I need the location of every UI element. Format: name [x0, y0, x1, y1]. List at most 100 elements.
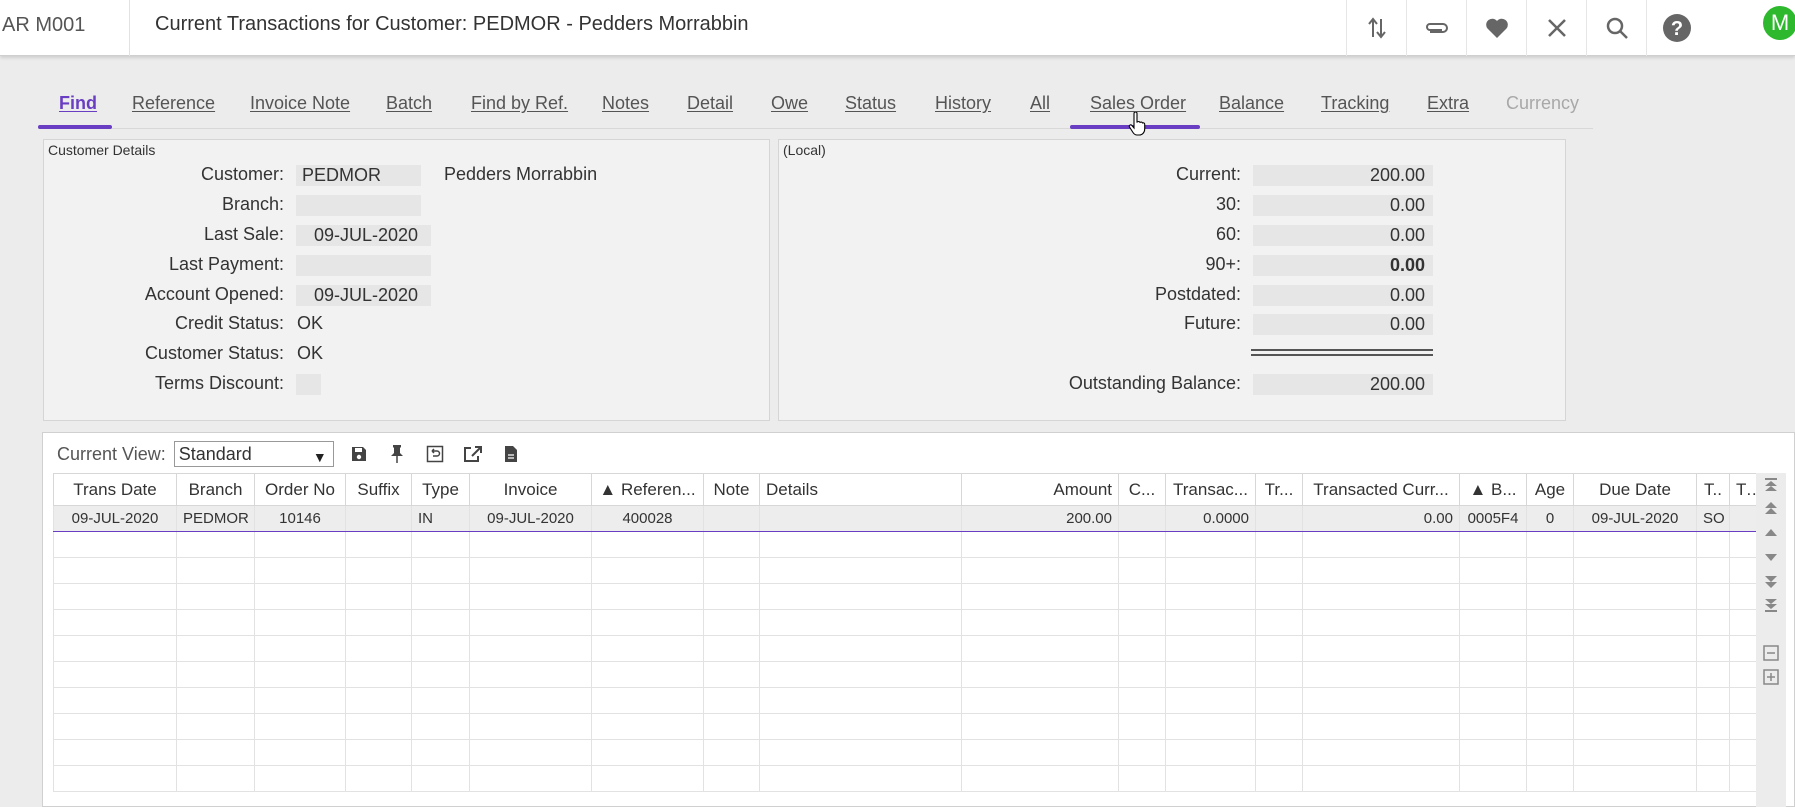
- restore-icon[interactable]: [422, 441, 448, 467]
- last-payment-label: Last Payment:: [168, 254, 284, 274]
- cell-t: SO: [1696, 505, 1730, 532]
- tab-extra[interactable]: Extra: [1427, 84, 1469, 129]
- scroll-page-up-icon[interactable]: [1763, 501, 1779, 517]
- terms-discount-field[interactable]: [296, 374, 321, 395]
- collapse-icon[interactable]: [1763, 645, 1779, 661]
- tab-tracking[interactable]: Tracking: [1321, 84, 1389, 129]
- user-avatar[interactable]: M: [1763, 6, 1795, 40]
- help-icon[interactable]: ?: [1646, 0, 1706, 56]
- tab-reference[interactable]: Reference: [132, 84, 215, 129]
- credit-status-label: Credit Status:: [174, 313, 284, 333]
- cell-tr: [1255, 505, 1303, 532]
- days-60-amount: 0.00: [1253, 225, 1433, 246]
- col-reference[interactable]: ▲ Referen...: [591, 473, 704, 506]
- days-30-label: 30:: [1215, 194, 1241, 214]
- customer-details-legend: Customer Details: [48, 142, 156, 158]
- col-b[interactable]: ▲ B...: [1459, 473, 1527, 506]
- days-30-amount: 0.00: [1253, 195, 1433, 216]
- cell-order-no: 10146: [254, 505, 346, 532]
- current-view-value: Standard: [178, 444, 252, 464]
- heart-icon[interactable]: [1466, 0, 1526, 56]
- tab-balance[interactable]: Balance: [1219, 84, 1284, 129]
- sort-arrows-icon[interactable]: [1346, 0, 1406, 56]
- table-row: [53, 713, 1764, 740]
- future-label: Future:: [1183, 313, 1241, 333]
- col-suffix[interactable]: Suffix: [345, 473, 412, 506]
- tab-currency: Currency: [1506, 93, 1580, 113]
- terms-discount-label: Terms Discount:: [154, 373, 284, 393]
- last-sale-field[interactable]: 09-JUL-2020: [296, 225, 431, 246]
- tab-detail[interactable]: Detail: [687, 84, 733, 129]
- col-t[interactable]: T..: [1696, 473, 1730, 506]
- col-due-date[interactable]: Due Date: [1573, 473, 1697, 506]
- col-c[interactable]: C...: [1118, 473, 1166, 506]
- scroll-last-icon[interactable]: [1763, 597, 1779, 613]
- days-60-label: 60:: [1215, 224, 1241, 244]
- paperclip-icon[interactable]: [1406, 0, 1466, 56]
- tab-owe[interactable]: Owe: [771, 84, 808, 129]
- col-tr[interactable]: Tr...: [1255, 473, 1303, 506]
- scroll-down-icon[interactable]: [1763, 549, 1779, 565]
- col-invoice[interactable]: Invoice: [469, 473, 592, 506]
- col-details[interactable]: Details: [759, 473, 962, 506]
- balances-panel: (Local) Current: 200.00 30: 0.00 60: 0.0…: [778, 139, 1566, 421]
- app-code: AR M001: [2, 0, 130, 56]
- balances-legend: (Local): [783, 142, 826, 158]
- col-amount[interactable]: Amount: [961, 473, 1119, 506]
- cell-b: 0005F4: [1459, 505, 1527, 532]
- chevron-down-icon: ▼: [312, 449, 327, 465]
- scroll-page-down-icon[interactable]: [1763, 573, 1779, 589]
- cell-details: [759, 505, 962, 532]
- col-age[interactable]: Age: [1526, 473, 1574, 506]
- save-icon[interactable]: [346, 441, 372, 467]
- branch-field[interactable]: [296, 195, 421, 216]
- cell-note: [703, 505, 760, 532]
- cell-amount: 200.00: [961, 505, 1119, 532]
- cell-due-date: 09-JUL-2020: [1573, 505, 1697, 532]
- scroll-up-icon[interactable]: [1763, 525, 1779, 541]
- scroll-first-icon[interactable]: [1763, 477, 1779, 493]
- search-icon[interactable]: [1586, 0, 1646, 56]
- cell-type: IN: [411, 505, 470, 532]
- table-row: [53, 687, 1764, 714]
- account-opened-field[interactable]: 09-JUL-2020: [296, 285, 431, 306]
- col-transacted[interactable]: Transac...: [1165, 473, 1256, 506]
- cell-branch: PEDMOR: [176, 505, 255, 532]
- tab-notes[interactable]: Notes: [602, 84, 649, 129]
- hand-cursor-icon: [1128, 111, 1146, 141]
- days-90-label: 90+:: [1205, 254, 1241, 274]
- table-row: [53, 739, 1764, 766]
- tab-find-by-ref[interactable]: Find by Ref.: [471, 84, 568, 129]
- col-order-no[interactable]: Order No: [254, 473, 346, 506]
- tab-all[interactable]: All: [1030, 84, 1050, 129]
- current-view-label: Current View:: [57, 443, 166, 464]
- postdated-amount: 0.00: [1253, 285, 1433, 306]
- current-view-select[interactable]: Standard ▼: [173, 441, 334, 467]
- export-icon[interactable]: [460, 441, 486, 467]
- tab-history[interactable]: History: [935, 84, 991, 129]
- cell-transacted-currency: 0.00: [1302, 505, 1460, 532]
- current-amount: 200.00: [1253, 165, 1433, 186]
- page-title: Current Transactions for Customer: PEDMO…: [155, 13, 749, 35]
- col-transacted-currency[interactable]: Transacted Curr...: [1302, 473, 1460, 506]
- tab-bar: Find Reference Invoice Note Batch Find b…: [38, 84, 1593, 129]
- tab-batch[interactable]: Batch: [386, 84, 432, 129]
- last-payment-field[interactable]: [296, 255, 431, 276]
- postdated-label: Postdated:: [1154, 284, 1241, 304]
- credit-status-value: OK: [297, 313, 324, 333]
- tab-invoice-note[interactable]: Invoice Note: [250, 84, 350, 129]
- tab-status[interactable]: Status: [845, 84, 896, 129]
- cell-suffix: [345, 505, 412, 532]
- table-row: [53, 661, 1764, 688]
- table-row[interactable]: 09-JUL-2020 PEDMOR 10146 IN 09-JUL-2020 …: [53, 505, 1764, 532]
- tab-find[interactable]: Find: [38, 84, 112, 129]
- col-note[interactable]: Note: [703, 473, 760, 506]
- document-icon[interactable]: [498, 441, 524, 467]
- expand-icon[interactable]: [1763, 669, 1779, 685]
- col-trans-date[interactable]: Trans Date: [53, 473, 177, 506]
- pin-icon[interactable]: [384, 441, 410, 467]
- col-type[interactable]: Type: [411, 473, 470, 506]
- close-icon[interactable]: [1526, 0, 1586, 56]
- customer-code-field[interactable]: PEDMOR: [296, 165, 421, 186]
- col-branch[interactable]: Branch: [176, 473, 255, 506]
